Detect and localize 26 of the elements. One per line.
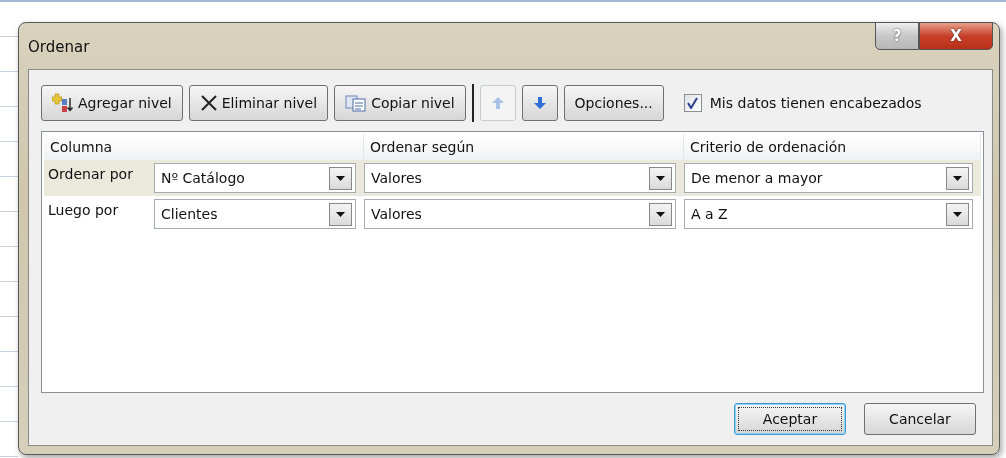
x-icon [199, 94, 218, 112]
sort-level-row[interactable]: Ordenar por Nº Catálogo Valores De menor a mayor [44, 160, 981, 196]
add-level-button[interactable]: Agregar nivel [41, 85, 183, 121]
checkbox-label: Mis datos tienen encabezados [709, 95, 922, 111]
order-dropdown[interactable]: A a Z [684, 199, 973, 229]
window-title: Ordenar [28, 38, 90, 56]
sort-on-dropdown[interactable]: Valores [364, 163, 676, 193]
move-down-button[interactable] [521, 85, 558, 121]
down-arrow-icon [532, 96, 547, 110]
close-button[interactable]: X [919, 22, 993, 50]
row-label: Ordenar por [47, 165, 134, 182]
order-dropdown[interactable]: De menor a mayor [684, 163, 973, 193]
column-dropdown[interactable]: Clientes [154, 199, 356, 229]
row-label: Luego por [47, 201, 120, 218]
add-sort-icon [52, 93, 74, 113]
help-button[interactable]: ? [875, 22, 919, 50]
cancel-button[interactable]: Cancelar [864, 403, 976, 435]
options-button[interactable]: Opciones... [563, 85, 664, 121]
column-dropdown[interactable]: Nº Catálogo [154, 163, 356, 193]
checkbox[interactable] [683, 94, 702, 112]
copy-icon [345, 94, 368, 112]
sort-on-dropdown[interactable]: Valores [364, 199, 676, 229]
delete-level-button[interactable]: Eliminar nivel [188, 85, 329, 121]
ok-button[interactable]: Aceptar [734, 403, 846, 435]
up-arrow-icon [490, 96, 505, 110]
copy-level-button[interactable]: Copiar nivel [334, 85, 466, 121]
